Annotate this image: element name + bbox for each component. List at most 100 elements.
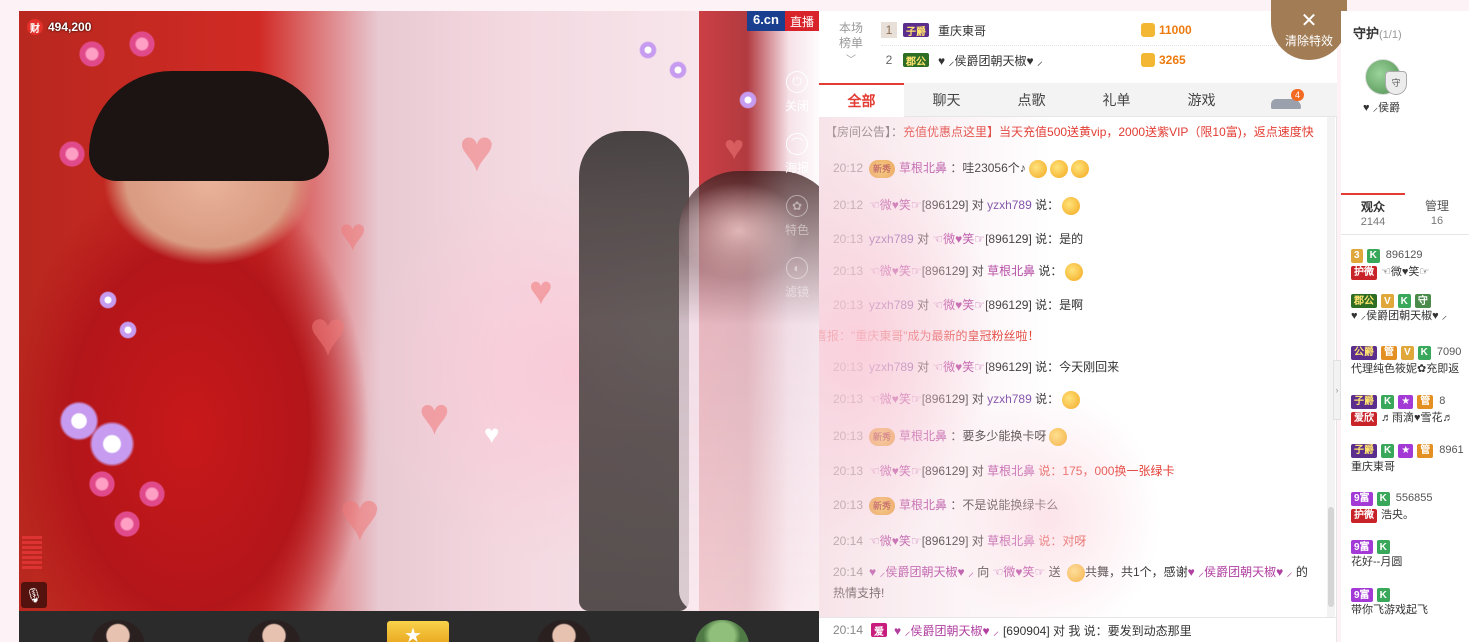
recommend-thumb[interactable] — [387, 621, 449, 642]
audience-item[interactable]: 9富 K 带你飞游戏起飞 — [1351, 588, 1469, 619]
audience-item[interactable]: 9富 K 556855 护微 浩央。 — [1351, 490, 1469, 524]
message-user[interactable]: 草根北鼻 — [987, 464, 1035, 478]
message-user[interactable]: 草根北鼻 — [899, 429, 947, 443]
collapse-arrow-icon[interactable]: › — [1333, 360, 1341, 420]
rank-row[interactable]: 1 子爵 重庆東哥 11000 — [881, 16, 1281, 44]
tab-chat[interactable]: 聊天 — [904, 83, 989, 117]
level-badge: K — [1366, 248, 1380, 263]
user-name: 带你飞游戏起飞 — [1351, 604, 1428, 616]
tab-admins[interactable]: 管理 16 — [1405, 193, 1469, 234]
fan-badge: 护微 — [1351, 265, 1377, 280]
chat-messages[interactable]: 【房间公告】：充值优惠点这里】当天充值500送黄vip，2000送紫VIP（限1… — [819, 117, 1325, 617]
message-text: 的 — [1292, 565, 1308, 579]
close-icon: ✕ — [1300, 9, 1318, 32]
message-user[interactable]: yzxh789 — [987, 392, 1032, 406]
clear-effects-label: 清除特效 — [1284, 33, 1333, 48]
message-user[interactable]: ♥ ⸝侯爵团朝天椒♥ ⸝ — [869, 565, 974, 579]
effects-button[interactable]: ✿ 特色 — [775, 185, 819, 247]
rank-score-value: 3265 — [1159, 53, 1186, 67]
shield-icon: 守 — [1385, 71, 1407, 95]
coin-count: 494,200 — [48, 20, 92, 34]
chat-message: 20:14 ♥ ⸝侯爵团朝天椒♥ ⸝ 向 ☜微♥笑☞ 送 共舞，共1个，感谢♥ ⸝… — [833, 562, 1313, 582]
message-user[interactable]: yzxh789 — [987, 198, 1032, 212]
message-user[interactable]: 草根北鼻 — [899, 498, 947, 512]
tool-label: 特色 — [784, 222, 809, 237]
admin-badge: 管 — [1381, 345, 1397, 360]
heart-effect: ♥ — [339, 477, 381, 555]
volume-meter — [22, 536, 42, 576]
message-user[interactable]: 草根北鼻 — [987, 264, 1035, 278]
audience-item[interactable]: 子爵 K ★ 管 8961 重庆東哥 — [1351, 442, 1469, 476]
poster-button[interactable]: ⌒ 海报 — [775, 123, 819, 185]
tab-audience[interactable]: 观众 2144 — [1341, 193, 1405, 234]
video-tools: ⏻ 关闭 ⌒ 海报 ✿ 特色 ◐ 滤镜 — [775, 61, 819, 309]
audience-item[interactable]: 3 K 896129 护微 ☜微♥笑☞ — [1351, 247, 1469, 281]
fan-badge: 爱欣 — [1351, 411, 1377, 426]
recommend-thumb[interactable] — [537, 620, 591, 642]
effects-icon: ✿ — [786, 194, 808, 217]
tab-gift-list[interactable]: 礼单 — [1074, 83, 1159, 117]
message-user[interactable]: ☜微♥笑☞ — [869, 464, 922, 478]
newbie-badge: 新秀 — [869, 427, 896, 446]
recommend-thumb[interactable] — [695, 620, 749, 642]
microphone-icon[interactable]: 🎙 — [21, 582, 47, 608]
message-user[interactable]: yzxh789 — [869, 298, 914, 312]
message-user[interactable]: ☜微♥笑☞ — [869, 198, 922, 212]
tab-label: 管理 — [1424, 198, 1449, 213]
audience-item[interactable]: 公爵管 V K 7090 代理纯色筱妮✿充即返 — [1351, 344, 1469, 378]
message-text: 对 — [913, 298, 933, 312]
heart-effect: ♥ — [459, 117, 495, 184]
tab-games[interactable]: 游戏 — [1159, 83, 1244, 117]
message-user[interactable]: ♥ ⸝侯爵团朝天椒♥ ⸝ — [1188, 565, 1293, 579]
coin-counter: 财 494,200 — [27, 17, 91, 37]
audience-item[interactable]: 郡公 V K 守 ♥ ⸝侯爵团朝天椒♥ ⸝ — [1351, 294, 1469, 325]
video-player[interactable]: ♥ ♥ ♥ ♥ ♥ ♥ ♥ ♥ 财 494,200 6.cn 直播 ⏻ 关闭 ⌒… — [19, 11, 819, 611]
newbie-badge: 新秀 — [869, 496, 896, 515]
message-user[interactable]: yzxh789 — [869, 232, 914, 246]
message-user[interactable]: ☜微♥笑☞ — [869, 264, 922, 278]
star-badge: ★ — [1398, 443, 1414, 458]
room-notice[interactable]: 【房间公告】：充值优惠点这里】当天充值500送黄vip，2000送紫VIP（限1… — [825, 123, 1317, 141]
message-user[interactable]: ☜微♥笑☞ — [932, 232, 985, 246]
message-user[interactable]: 草根北鼻 — [899, 161, 947, 175]
filter-button[interactable]: ◐ 滤镜 — [775, 247, 819, 309]
level-badge: K — [1381, 394, 1395, 409]
message-time: 20:13 — [833, 232, 864, 246]
close-video-button[interactable]: ⏻ 关闭 — [775, 61, 819, 123]
message-text: [896129] 对 — [921, 534, 988, 548]
guard-name[interactable]: ♥ ⸝侯爵 — [1363, 99, 1400, 115]
message-user[interactable]: yzxh789 — [869, 360, 914, 374]
heart-effect: ♥ — [419, 388, 450, 446]
system-announcement: 喜报："重庆東哥"成为最新的皇冠粉丝啦！ — [819, 329, 1040, 343]
message-user[interactable]: 草根北鼻 — [987, 534, 1035, 548]
audience-item[interactable]: 9富 K 花好--月圆 — [1351, 540, 1469, 571]
recommend-thumb[interactable] — [91, 620, 145, 642]
tab-all[interactable]: 全部 — [819, 83, 904, 117]
rank-toggle[interactable]: 本场 榜单 ﹀ — [833, 21, 869, 68]
level-badge: 爱 — [871, 623, 888, 638]
tab-song-request[interactable]: 点歌 — [989, 83, 1074, 117]
message-user[interactable]: ♥ ⸝侯爵团朝天椒♥ ⸝ — [894, 622, 999, 639]
message-text: 送 — [1045, 565, 1064, 579]
message-user[interactable]: ☜微♥笑☞ — [869, 392, 922, 406]
message-user[interactable]: ☜微♥笑☞ — [932, 360, 985, 374]
message-user[interactable]: ☜微♥笑☞ — [869, 534, 922, 548]
live-room-page: ♥ ♥ ♥ ♥ ♥ ♥ ♥ ♥ 财 494,200 6.cn 直播 ⏻ 关闭 ⌒… — [0, 0, 1469, 642]
message-user[interactable]: ☜微♥笑☞ — [993, 565, 1046, 579]
level-badge: K — [1376, 540, 1390, 554]
rank-row[interactable]: 2 郡公 ♥ ⸝侯爵团朝天椒♥ ⸝ 3265 — [881, 46, 1281, 74]
message-user[interactable]: ☜微♥笑☞ — [932, 298, 985, 312]
level-badge: 3 — [1351, 248, 1363, 263]
heart-effect: ♥ — [529, 269, 553, 313]
chat-message: 20:13 yzxh789 对 ☜微♥笑☞[896129] 说：是啊 — [833, 295, 1313, 315]
audience-item[interactable]: 子爵 K ★ 管 8 爱欣 ♬雨滴♥雪花♬ — [1351, 393, 1469, 427]
level-badge: 9富 — [1351, 491, 1373, 506]
car-button[interactable]: 4 — [1271, 89, 1305, 113]
message-text: [896129] 对 — [921, 264, 988, 278]
chat-tabs: 全部 聊天 点歌 礼单 游戏 — [819, 83, 1337, 117]
tool-label: 关闭 — [784, 98, 809, 113]
guard-badge: 守 — [1414, 294, 1431, 308]
message-time: 20:13 — [833, 429, 864, 443]
message-time: 20:12 — [833, 198, 864, 212]
recommend-thumb[interactable] — [247, 620, 301, 642]
